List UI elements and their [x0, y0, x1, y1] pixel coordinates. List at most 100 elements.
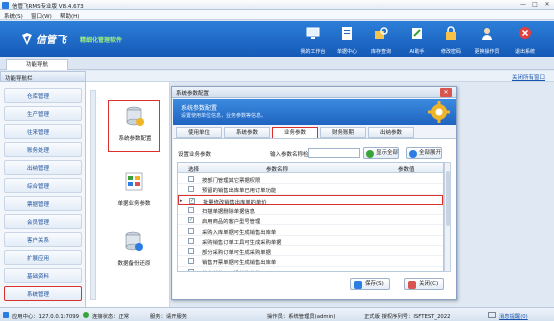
show-all-button[interactable]: 显示全部	[363, 147, 400, 159]
sidebar-item-system[interactable]: 系统管理	[4, 286, 82, 301]
dialog-close-button[interactable]: ✕	[440, 88, 452, 97]
sidebar-item-finance[interactable]: 账务处理	[4, 142, 82, 157]
close-all-windows-link[interactable]: 关闭所有窗口	[512, 73, 545, 81]
message-icon	[488, 312, 496, 318]
window-title: 信管飞RMS专业版 V8.4.673	[12, 3, 84, 10]
change-password-button[interactable]: 修改密码	[434, 23, 468, 56]
menu-window[interactable]: 窗口(W)	[31, 12, 52, 20]
system-params-dialog: 系统参数配置 ✕ 系统参数配置 设置使用单位信息，业务参数等信息。 使用单位 系…	[171, 86, 457, 300]
param-name-cell: 采购销售订单工具可生成采购单据	[202, 239, 282, 246]
document-business-params-button[interactable]: 单据业务参数	[108, 166, 160, 218]
content-toolbar	[86, 71, 554, 82]
app-header: 信管飞 精细化管理软件 我的工作台 单据中心 库存查询 AI助手 修改密码 更换…	[0, 21, 554, 57]
table-row[interactable]: 预留的销售出库单已用订单功能	[178, 184, 443, 195]
lock-icon	[446, 26, 456, 40]
sidebar-item-cashier[interactable]: 出纳管理	[4, 160, 82, 175]
table-row[interactable]: ✓ 启用商品的客户型号管理	[178, 215, 443, 226]
tab-function-navigation[interactable]: 功能导航	[6, 59, 68, 70]
row-checkbox[interactable]	[188, 268, 194, 271]
row-checkbox[interactable]: ✓	[189, 197, 195, 204]
data-backup-restore-button[interactable]: 数据备份还原	[108, 226, 160, 278]
table-row[interactable]: 按部门管理其它票据权限	[178, 174, 443, 185]
row-checkbox[interactable]	[188, 248, 194, 255]
row-checkbox[interactable]	[188, 227, 194, 234]
menu-help[interactable]: 帮助(H)	[60, 12, 79, 20]
sidebar-item-crm[interactable]: 客户关系	[4, 232, 82, 247]
scrollbar-thumb[interactable]	[446, 171, 450, 226]
tab-strip	[0, 57, 554, 70]
table-scrollbar[interactable]	[444, 162, 451, 272]
status-bar: 应用中心：127.0.0.1:7099 连接状态：正常 服务：请开服务 操作员：…	[0, 307, 554, 321]
switch-operator-button[interactable]: 更换操作员	[470, 23, 504, 56]
sidebar-item-basic-data[interactable]: 基础资料	[4, 268, 82, 283]
table-row[interactable]: 销售开票单据可生成销售出库单	[178, 256, 443, 267]
close-window-button[interactable]: ✕	[542, 1, 552, 8]
app-logo-icon	[2, 1, 9, 9]
sidebar-item-members[interactable]: 会员管理	[4, 214, 82, 229]
exit-icon	[519, 27, 531, 39]
param-name-cell: 预留的销售出库单已用订单功能	[202, 188, 277, 195]
close-button[interactable]: 关闭(C)	[404, 278, 444, 290]
row-checkbox[interactable]	[188, 186, 194, 193]
close-icon	[408, 281, 416, 289]
expand-all-button[interactable]: 全部展开	[406, 147, 443, 159]
sidebar-item-warehouse[interactable]: 仓库管理	[4, 88, 82, 103]
row-checkbox[interactable]: ✓	[188, 217, 194, 224]
nav-title: 功能导航栏	[5, 76, 33, 82]
dialog-heading: 系统参数配置	[181, 105, 218, 112]
param-name-cell: 往来单位可开设单位价格	[202, 269, 260, 272]
param-search-input[interactable]	[308, 148, 360, 158]
sidebar-item-accounts[interactable]: 往来管理	[4, 124, 82, 139]
table-header: 选择 参数名称 参数值	[178, 163, 443, 173]
column-param-value: 参数值	[398, 167, 415, 173]
workbench-button[interactable]: 我的工作台	[296, 23, 330, 56]
expand-icon	[409, 150, 417, 158]
panel-scrollbar[interactable]	[90, 90, 96, 300]
row-indicator: ▸	[180, 197, 183, 204]
monitor-icon	[306, 27, 320, 39]
param-name-cell: 采购入库单据可生成销售出库单	[202, 229, 277, 236]
maximize-button[interactable]: □	[530, 1, 540, 8]
params-table: 选择 参数名称 参数值 按部门管理其它票据权限 预留的销售出库单已用订单功能 ▸ ✓ 批…	[177, 162, 444, 272]
inventory-query-button[interactable]: 库存查询	[364, 23, 398, 56]
dialog-title-bar: 系统参数配置	[172, 87, 456, 98]
sidebar-item-extensions[interactable]: 扩展应用	[4, 250, 82, 265]
column-select: 选择	[188, 167, 200, 173]
system-params-config-button[interactable]: 系统参数配置	[108, 100, 160, 152]
operator-status: 操作员：系统管理员(admin)	[267, 314, 336, 320]
table-row[interactable]: 往来单位可开设单位价格	[178, 267, 443, 272]
table-row[interactable]: 采购销售订单工具可生成采购单据	[178, 236, 443, 247]
row-checkbox[interactable]	[188, 206, 194, 213]
ai-assistant-button[interactable]: AI助手	[400, 23, 434, 56]
table-row[interactable]: 扫描单据删除单据信息	[178, 205, 443, 216]
config-label: 设置业务参数	[178, 152, 212, 158]
table-row[interactable]: ▸ ✓ 批量修改销售出库单的单价	[178, 194, 443, 206]
tab-finance-period[interactable]: 财务账期	[320, 127, 366, 138]
sidebar-item-general[interactable]: 综合管理	[4, 178, 82, 193]
sidebar-item-production[interactable]: 生产管理	[4, 106, 82, 121]
dialog-banner: 系统参数配置 设置使用单位信息，业务参数等信息。	[173, 99, 456, 125]
connection-status: 连接状态：正常	[92, 314, 130, 320]
tab-cashier-params[interactable]: 出纳参数	[368, 127, 414, 138]
menu-bar: 系统(S) 窗口(W) 帮助(H)	[0, 10, 554, 20]
messages-link[interactable]: 消息提醒(0)	[499, 312, 528, 320]
minimize-button[interactable]: —	[518, 1, 528, 8]
document-center-icon	[342, 27, 352, 40]
sidebar-item-receipts[interactable]: 票据管理	[4, 196, 82, 211]
table-row[interactable]: 采购入库单据可生成销售出库单	[178, 226, 443, 236]
row-checkbox[interactable]	[188, 258, 194, 265]
row-checkbox[interactable]	[188, 237, 194, 244]
save-button[interactable]: 保存(S)	[350, 278, 390, 290]
document-center-button[interactable]: 单据中心	[330, 23, 364, 56]
menu-system[interactable]: 系统(S)	[4, 12, 23, 20]
database-gear-icon	[126, 106, 144, 126]
exit-system-button[interactable]: 退出系统	[508, 23, 542, 56]
tab-business-params[interactable]: 业务参数	[272, 127, 318, 138]
title-bar: 信管飞RMS专业版 V8.4.673 — □ ✕	[0, 0, 554, 10]
tab-user-unit[interactable]: 使用单位	[176, 127, 222, 138]
save-icon	[354, 281, 362, 289]
table-row[interactable]: 部分采购订单可生成采购单据	[178, 246, 443, 257]
tab-system-params[interactable]: 系统参数	[224, 127, 270, 138]
row-checkbox[interactable]	[188, 176, 194, 182]
search-icon	[366, 150, 374, 158]
